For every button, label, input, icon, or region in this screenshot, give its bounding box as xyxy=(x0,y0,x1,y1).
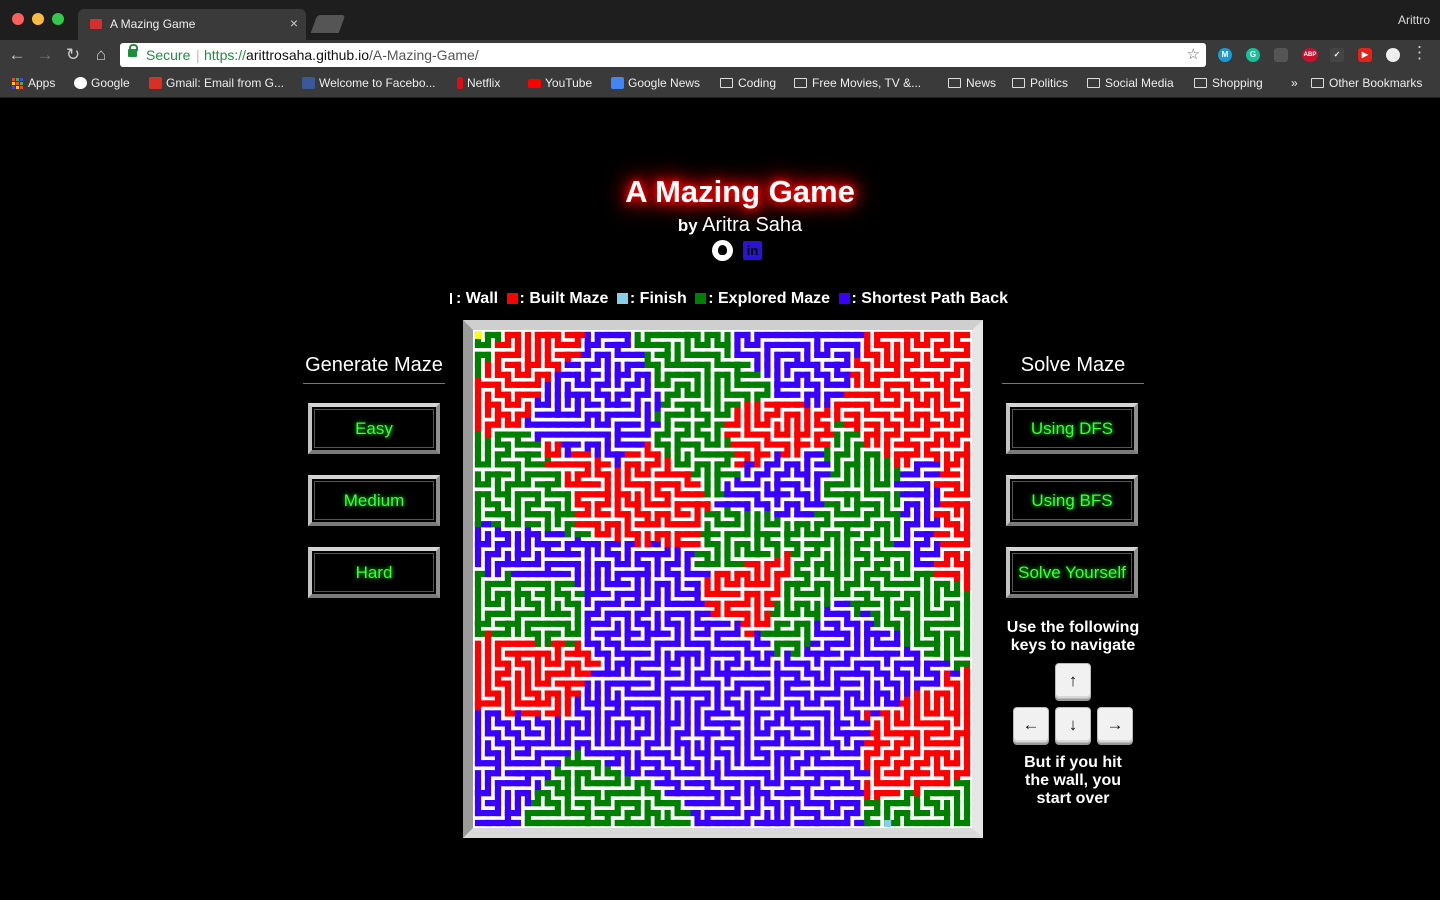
bookmark-youtube[interactable]: YouTube xyxy=(528,76,592,90)
bookmarks-bar: Apps Google Gmail: Email from G... Welco… xyxy=(0,70,1440,98)
legend-shortest: : Shortest Path Back xyxy=(851,290,1008,307)
bookmark-folder-free-movies[interactable]: Free Movies, TV &... xyxy=(794,76,921,90)
folder-icon xyxy=(1012,78,1025,88)
new-tab-button[interactable] xyxy=(310,15,346,33)
tab-title: A Mazing Game xyxy=(110,17,196,31)
bookmark-star-icon[interactable]: ☆ xyxy=(1187,43,1200,67)
legend-finish: : Finish xyxy=(629,290,687,307)
forward-arrow-icon[interactable]: → xyxy=(34,44,56,66)
google-icon xyxy=(74,77,87,89)
easy-button[interactable]: Easy xyxy=(308,403,440,454)
bookmark-netflix[interactable]: Netflix xyxy=(457,76,500,90)
bookmark-folder-coding[interactable]: Coding xyxy=(720,76,776,90)
wall-warning-hint: But if you hit the wall, you start over xyxy=(1024,754,1122,807)
arrow-right-icon[interactable]: → xyxy=(1097,707,1133,743)
finish-swatch xyxy=(616,293,628,304)
folder-icon xyxy=(1194,78,1207,88)
bookmark-gmail[interactable]: Gmail: Email from G... xyxy=(149,76,284,90)
bookmark-folder-politics[interactable]: Politics xyxy=(1012,76,1068,90)
page-title: A Mazing Game xyxy=(625,174,855,209)
apps-grid-icon xyxy=(12,77,23,89)
hard-button[interactable]: Hard xyxy=(308,547,440,598)
reload-icon[interactable]: ↻ xyxy=(62,44,84,66)
browser-tab-active[interactable]: A Mazing Game × xyxy=(78,9,306,40)
folder-icon xyxy=(794,78,807,88)
maze-board[interactable] xyxy=(463,320,983,838)
zoom-window-button[interactable] xyxy=(52,13,64,25)
navigation-hint: Use the following keys to navigate xyxy=(1006,619,1140,654)
browser-menu-icon[interactable]: ⋮ xyxy=(1411,43,1428,63)
author-line: by Aritra Saha xyxy=(0,214,1440,237)
maze-start-cell xyxy=(474,331,482,339)
social-links: in xyxy=(712,240,768,262)
bookmark-folder-news[interactable]: News xyxy=(948,76,996,90)
medium-button[interactable]: Medium xyxy=(308,475,440,526)
folder-icon xyxy=(1311,78,1324,88)
window-titlebar: A Mazing Game × Arittro xyxy=(0,0,1440,40)
using-bfs-button[interactable]: Using BFS xyxy=(1006,475,1138,526)
netflix-icon xyxy=(457,77,463,89)
extension-m-icon[interactable]: M xyxy=(1218,48,1232,62)
maze-canvas[interactable] xyxy=(473,330,972,828)
youtube-icon xyxy=(528,78,541,88)
bookmark-facebook[interactable]: Welcome to Facebo... xyxy=(302,76,436,90)
solve-yourself-button[interactable]: Solve Yourself xyxy=(1006,547,1138,598)
gmail-icon xyxy=(149,77,162,89)
by-label: by xyxy=(677,216,698,235)
wall-swatch xyxy=(450,293,453,304)
google-news-icon xyxy=(611,77,624,89)
address-bar[interactable]: Secure | https://arittrosaha.github.io/A… xyxy=(120,43,1206,67)
explored-swatch xyxy=(695,293,707,304)
bookmark-google-news[interactable]: Google News xyxy=(611,76,700,90)
lock-icon xyxy=(128,44,138,57)
facebook-icon xyxy=(302,77,315,89)
extension-grammarly-icon[interactable]: G xyxy=(1246,48,1260,62)
author-name: Aritra Saha xyxy=(702,214,803,236)
extension-pocket-icon[interactable] xyxy=(1274,48,1288,62)
url-text: https://arittrosaha.github.io/A-Mazing-G… xyxy=(204,47,479,63)
browser-toolbar: ← → ↻ ⌂ Secure | https://arittrosaha.git… xyxy=(0,40,1440,70)
bookmark-folder-social-media[interactable]: Social Media xyxy=(1087,76,1174,90)
bookmark-folder-other[interactable]: Other Bookmarks xyxy=(1311,76,1422,90)
shortest-swatch xyxy=(838,293,850,304)
extension-adblock-icon[interactable]: ABP xyxy=(1302,48,1318,62)
tab-close-icon[interactable]: × xyxy=(290,15,298,31)
bookmark-apps[interactable]: Apps xyxy=(12,76,55,90)
profile-name[interactable]: Arittro xyxy=(1398,13,1430,27)
address-separator: | xyxy=(196,47,200,63)
extension-youtube-icon[interactable]: ▶ xyxy=(1358,48,1372,62)
maze-legend: : Wall : Built Maze : Finish : Explored … xyxy=(0,290,1440,308)
extension-check-icon[interactable]: ✓ xyxy=(1330,48,1344,62)
github-icon[interactable] xyxy=(712,240,733,261)
arrow-up-icon[interactable]: ↑ xyxy=(1055,663,1091,699)
home-icon[interactable]: ⌂ xyxy=(90,44,112,66)
folder-icon xyxy=(948,78,961,88)
folder-icon xyxy=(1087,78,1100,88)
solve-maze-heading: Solve Maze xyxy=(1002,354,1144,384)
built-swatch xyxy=(506,293,518,304)
folder-icon xyxy=(720,78,733,88)
minimize-window-button[interactable] xyxy=(32,13,44,25)
arrow-left-icon[interactable]: ← xyxy=(1013,707,1049,743)
secure-label: Secure xyxy=(146,47,191,63)
legend-explored: : Explored Maze xyxy=(708,290,831,307)
linkedin-icon[interactable]: in xyxy=(743,241,762,260)
maze-finish-cell xyxy=(884,820,892,828)
legend-wall: : Wall xyxy=(456,290,499,307)
bookmark-google[interactable]: Google xyxy=(74,76,130,90)
legend-built: : Built Maze xyxy=(519,290,609,307)
extension-circle-icon[interactable] xyxy=(1386,48,1400,62)
back-arrow-icon[interactable]: ← xyxy=(6,44,28,66)
tab-favicon-icon xyxy=(90,19,102,29)
close-window-button[interactable] xyxy=(12,13,24,25)
using-dfs-button[interactable]: Using DFS xyxy=(1006,403,1138,454)
bookmarks-overflow-chevron-icon[interactable]: » xyxy=(1291,76,1298,90)
generate-maze-heading: Generate Maze xyxy=(303,354,445,384)
bookmark-folder-shopping[interactable]: Shopping xyxy=(1194,76,1263,90)
arrow-down-icon[interactable]: ↓ xyxy=(1055,707,1091,743)
